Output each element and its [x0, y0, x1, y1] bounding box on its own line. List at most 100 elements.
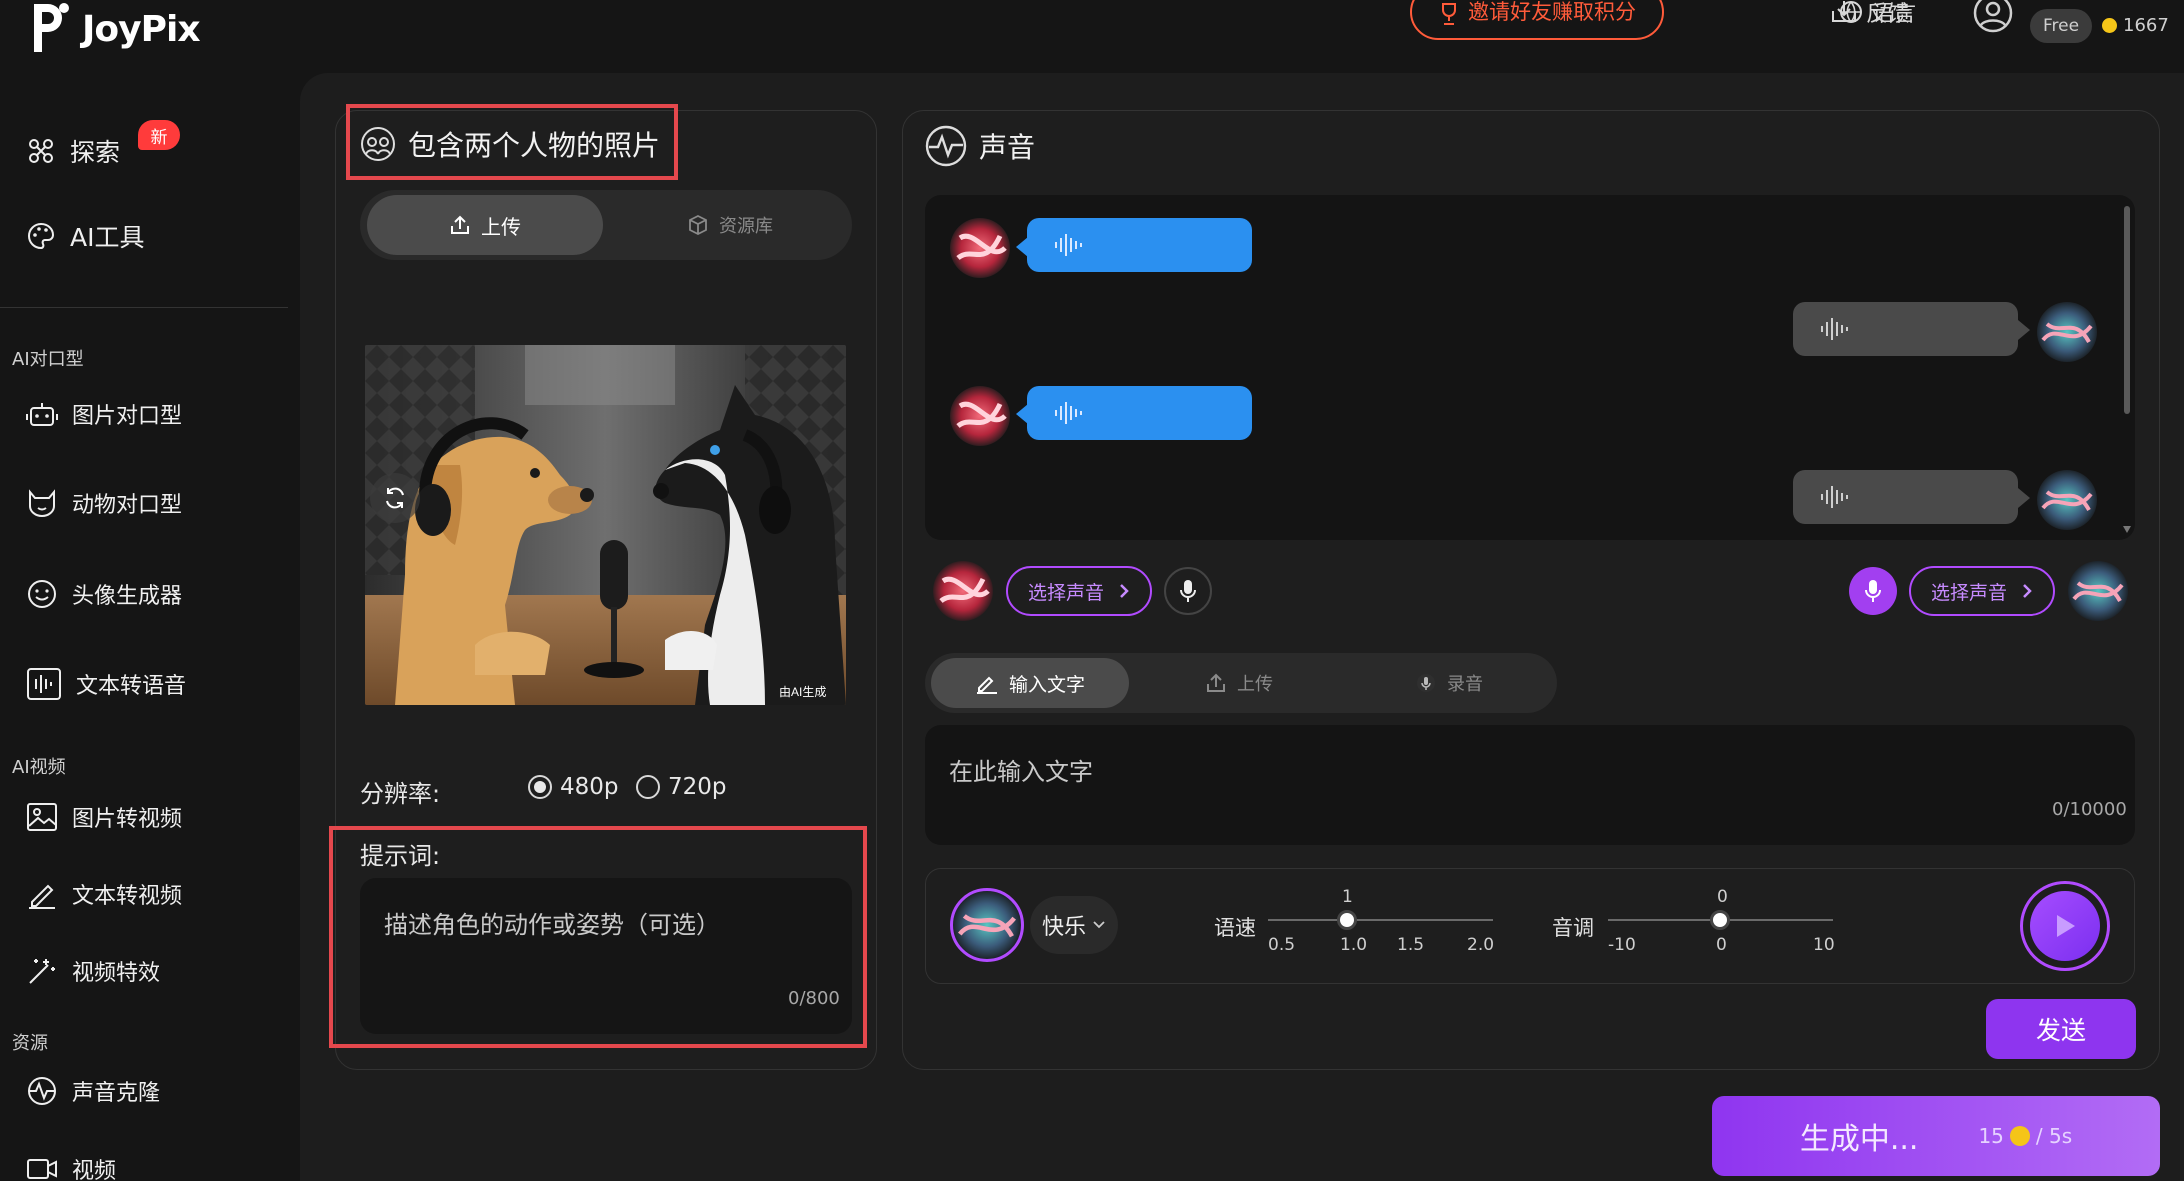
- pen-icon: [29, 884, 55, 909]
- sidebar-item-text-to-speech[interactable]: 文本转语音: [26, 667, 186, 701]
- speaker-b-avatar[interactable]: [2037, 470, 2097, 530]
- voice-panel-title: 声音: [925, 125, 1035, 167]
- speaker-a-pattern-icon: [956, 401, 1007, 429]
- record-voice-a-button[interactable]: [1164, 567, 1212, 615]
- select-voice-b-label: 选择声音: [1930, 581, 2007, 604]
- tab-upload-label: 上传: [481, 214, 521, 239]
- audio-wave-icon: [27, 668, 61, 700]
- sidebar-divider: [0, 307, 288, 308]
- sidebar-item-animal-lipsync[interactable]: 动物对口型: [26, 487, 182, 519]
- speaker-b-selected-avatar[interactable]: [2068, 561, 2128, 621]
- coin-icon: [2102, 17, 2117, 33]
- select-voice-b-button[interactable]: 选择声音: [1909, 566, 2055, 616]
- sound-bars-icon: [1821, 486, 1848, 508]
- pitch-label: 音调: [1552, 916, 1594, 940]
- sidebar-item-video[interactable]: 视频: [26, 1153, 116, 1181]
- microphone-icon: [1417, 674, 1435, 692]
- voice-message-a1[interactable]: [1027, 218, 1252, 272]
- sidebar-section-resources: 资源: [12, 1033, 48, 1054]
- pitch-slider-thumb[interactable]: [1710, 910, 1730, 930]
- sidebar-item-ai-tools-label: AI工具: [70, 223, 145, 252]
- speed-slider-track[interactable]: [1268, 919, 1493, 921]
- trophy-icon: [1442, 3, 1456, 25]
- speaker-a-pattern-icon: [956, 233, 1007, 261]
- sidebar-item-photo-lipsync-label: 图片对口型: [72, 404, 183, 429]
- tab-input-text[interactable]: 输入文字: [931, 658, 1129, 708]
- resolution-option-720p[interactable]: 720p: [636, 774, 727, 800]
- speaker-b-avatar[interactable]: [2037, 302, 2097, 362]
- voice-wave-icon: [28, 1077, 56, 1105]
- resolution-480p-label: 480p: [560, 774, 619, 800]
- invite-friends-button[interactable]: 邀请好友赚取积分: [1410, 0, 1664, 40]
- tab-upload-audio[interactable]: 上传: [1140, 658, 1338, 708]
- voice-panel-title-text: 声音: [979, 131, 1036, 164]
- sidebar-section-video: AI视频: [12, 757, 66, 778]
- logo-text: JoyPix: [82, 8, 201, 50]
- scroll-down-icon[interactable]: [2123, 526, 2131, 533]
- replace-photo-button[interactable]: [370, 473, 420, 523]
- user-icon: [1973, 0, 2013, 33]
- tab-library[interactable]: 资源库: [612, 195, 848, 255]
- sound-bars-icon: [1821, 318, 1848, 340]
- select-voice-a-label: 选择声音: [1027, 581, 1104, 604]
- play-icon: [2057, 915, 2075, 937]
- sidebar-item-animal-lipsync-label: 动物对口型: [72, 493, 183, 518]
- speaker-a-selected-avatar[interactable]: [933, 561, 993, 621]
- speed-tick: 1.5: [1397, 935, 1425, 955]
- voice-wave-icon: [925, 125, 967, 167]
- speed-slider-thumb[interactable]: [1337, 910, 1357, 930]
- record-voice-b-button[interactable]: [1849, 567, 1897, 615]
- text-input-placeholder: 在此输入文字: [949, 758, 1093, 786]
- invite-label: 邀请好友赚取积分: [1468, 0, 1636, 24]
- text-input-counter: 0/10000: [2052, 799, 2127, 820]
- speaker-a-avatar[interactable]: [950, 386, 1010, 446]
- speed-value: 1: [1342, 887, 1353, 907]
- language-selector[interactable]: 语言: [1838, 0, 1916, 30]
- send-button[interactable]: 发送: [1986, 999, 2136, 1059]
- conversation-scrollbar[interactable]: [2124, 206, 2130, 414]
- voice-message-b1[interactable]: [1793, 302, 2018, 356]
- prompt-textarea[interactable]: [360, 878, 852, 1034]
- pitch-tick: 10: [1813, 935, 1835, 955]
- radio-720p[interactable]: [636, 775, 660, 799]
- joypix-logo[interactable]: JoyPix: [30, 0, 201, 58]
- radio-480p[interactable]: [528, 775, 552, 799]
- sidebar-item-avatar-generator-label: 头像生成器: [72, 584, 183, 609]
- resolution-option-480p[interactable]: 480p: [528, 774, 619, 800]
- speaker-b-pattern-icon: [958, 914, 1016, 938]
- chevron-right-icon: [2023, 584, 2032, 598]
- sidebar-item-text-to-video-label: 文本转视频: [72, 884, 183, 909]
- preview-play-button[interactable]: [2020, 881, 2110, 971]
- text-input-area[interactable]: [925, 725, 2135, 845]
- sidebar-item-text-to-video[interactable]: 文本转视频: [26, 878, 182, 910]
- generate-cost: 15 / 5s: [1978, 1124, 2072, 1148]
- play-button-inner: [2030, 891, 2100, 961]
- sidebar-item-image-to-video[interactable]: 图片转视频: [26, 801, 182, 833]
- refresh-icon: [386, 487, 404, 509]
- sidebar-item-ai-tools[interactable]: AI工具: [26, 218, 144, 254]
- generate-button[interactable]: 生成中... 15 / 5s: [1712, 1096, 2160, 1176]
- sidebar-item-video-effects[interactable]: 视频特效: [26, 955, 160, 987]
- select-voice-a-button[interactable]: 选择声音: [1006, 566, 1152, 616]
- palette-icon: [28, 222, 55, 250]
- chevron-down-icon: [1093, 921, 1105, 929]
- emotion-select[interactable]: 快乐: [1030, 896, 1118, 954]
- sidebar-item-avatar-generator[interactable]: 头像生成器: [26, 578, 182, 610]
- user-avatar-button[interactable]: [1972, 0, 2014, 34]
- sidebar-item-explore[interactable]: 探索: [26, 133, 120, 169]
- uploaded-photo[interactable]: 由AI生成: [365, 345, 846, 705]
- photo-panel-title-text: 包含两个人物的照片: [408, 129, 661, 162]
- speed-tick: 1.0: [1340, 935, 1368, 955]
- logo-mark-icon: [34, 3, 69, 52]
- voice-message-a2[interactable]: [1027, 386, 1252, 440]
- tab-upload[interactable]: 上传: [367, 195, 603, 255]
- voice-message-b2[interactable]: [1793, 470, 2018, 524]
- sidebar-item-photo-lipsync[interactable]: 图片对口型: [26, 398, 182, 430]
- sidebar-item-voice-clone[interactable]: 声音克隆: [26, 1075, 160, 1107]
- sidebar-item-video-effects-label: 视频特效: [72, 961, 161, 986]
- speaker-a-avatar[interactable]: [950, 218, 1010, 278]
- current-speaker-avatar[interactable]: [950, 888, 1024, 962]
- two-people-icon: [361, 127, 395, 161]
- chevron-right-icon: [1120, 584, 1129, 598]
- tab-record[interactable]: 录音: [1350, 658, 1548, 708]
